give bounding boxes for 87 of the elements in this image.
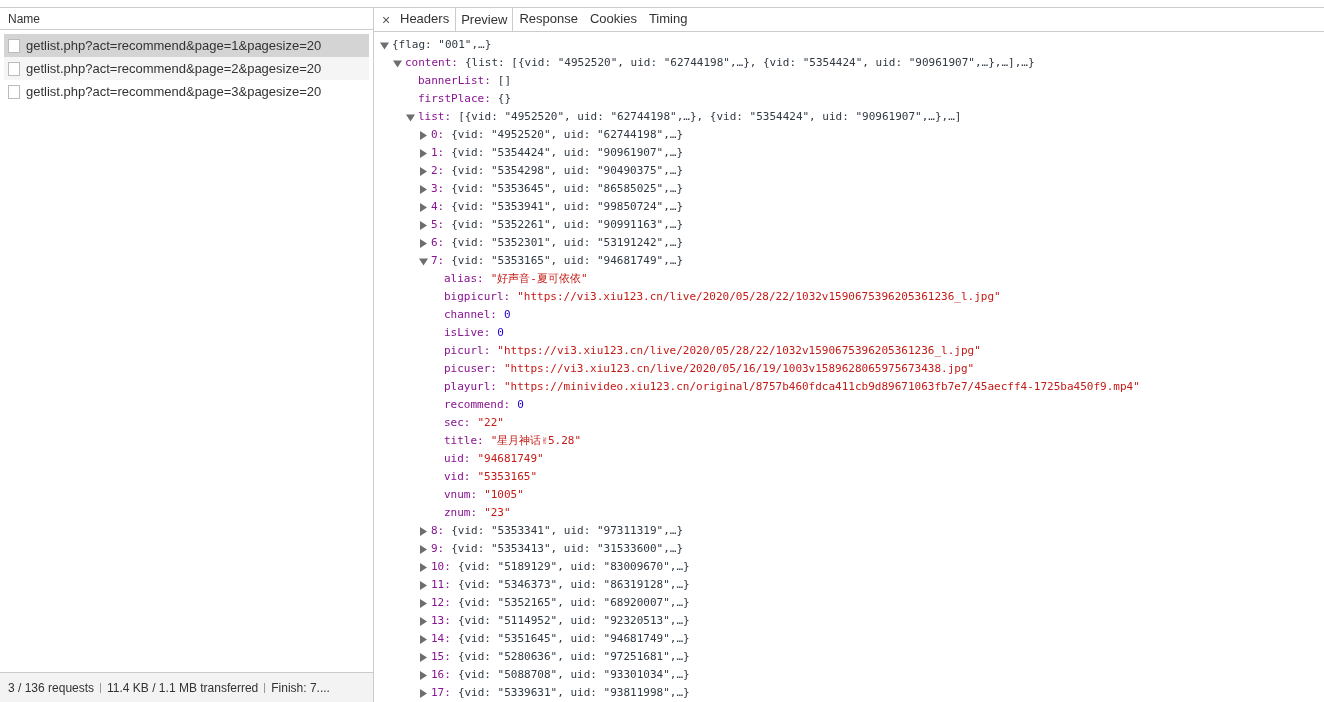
- property-key: 12:: [431, 594, 451, 612]
- property-key: isLive:: [444, 324, 491, 342]
- property-key: 6:: [431, 234, 445, 252]
- property-value: "1005": [484, 486, 524, 503]
- property-key: list:: [418, 108, 452, 126]
- property-key: 0:: [431, 126, 445, 144]
- object-summary: {vid: "5353165", uid: "94681749",…}: [451, 252, 684, 269]
- tab[interactable]: Response: [513, 7, 584, 31]
- property-key: 5:: [431, 216, 445, 234]
- request-row[interactable]: getlist.php?act=recommend&page=2&pagesize=20: [4, 57, 369, 80]
- property-value: "https://vi3.xiu123.cn/live/2020/05/28/22/1032v1590675396205361236_l.jpg": [517, 288, 1001, 305]
- property-key: 4:: [431, 198, 445, 216]
- property-key: 1:: [431, 144, 445, 162]
- property-key: bigpicurl:: [444, 288, 511, 306]
- property-key: playurl:: [444, 378, 497, 396]
- property-key: 8:: [431, 522, 445, 540]
- property-key: content:: [405, 54, 458, 72]
- status-text: 11.4 KB / 1.1 MB transferred: [107, 679, 259, 697]
- property-key: 13:: [431, 612, 451, 630]
- property-key: bannerList:: [418, 72, 491, 90]
- property-key: recommend:: [444, 396, 511, 414]
- object-summary: {list: [{vid: "4952520", uid: "62744198",…}, {vid: "5354424", uid: "90961907",…},…],…}: [465, 54, 1035, 71]
- object-summary: {vid: "5352301", uid: "53191242",…}: [451, 234, 684, 251]
- property-key: 2:: [431, 162, 445, 180]
- object-summary: {vid: "5352165", uid: "68920007",…}: [457, 594, 690, 611]
- tab[interactable]: Cookies: [583, 7, 643, 31]
- status-text: 3 / 136 requests: [8, 679, 95, 697]
- property-value: "好声音-夏可依依": [490, 270, 588, 287]
- property-key: znum:: [444, 504, 478, 522]
- status-text: Finish: 7....: [271, 679, 330, 697]
- property-key: firstPlace:: [418, 90, 491, 108]
- property-key: channel:: [444, 306, 497, 324]
- property-value: "5353165": [477, 468, 538, 485]
- document-icon: [8, 61, 20, 76]
- property-key: 3:: [431, 180, 445, 198]
- property-value: 0: [517, 396, 524, 413]
- property-value: "94681749": [477, 450, 544, 467]
- tab[interactable]: Preview: [455, 7, 514, 31]
- object-summary: [{vid: "4952520", uid: "62744198",…}, {vid: "5354424", uid: "90961907",…},…]: [458, 108, 962, 125]
- property-value: "星月神话✌5.28": [490, 432, 582, 449]
- request-row[interactable]: getlist.php?act=recommend&page=1&pagesize=20: [4, 34, 369, 57]
- property-key: 9:: [431, 540, 445, 558]
- object-summary: {vid: "5346373", uid: "86319128",…}: [457, 576, 690, 593]
- property-key: title:: [444, 432, 484, 450]
- object-summary: {vid: "5189129", uid: "83009670",…}: [457, 558, 690, 575]
- property-key: sec:: [444, 414, 471, 432]
- property-key: vid:: [444, 468, 471, 486]
- document-icon: [8, 84, 20, 99]
- object-summary: {vid: "4952520", uid: "62744198",…}: [451, 126, 684, 143]
- document-icon: [8, 38, 20, 53]
- property-value: "23": [484, 504, 511, 521]
- property-value: "https://minivideo.xiu123.cn/original/8757b460fdca411cb9d89671063fb7e7/45aecff4-1725ba450f9.mp4": [504, 378, 1140, 395]
- object-summary: {vid: "5114952", uid: "92320513",…}: [457, 612, 690, 629]
- property-value: 0: [497, 324, 504, 341]
- object-summary: {flag: "001",…}: [392, 36, 492, 53]
- object-summary: {vid: "5088708", uid: "93301034",…}: [457, 666, 690, 683]
- property-key: 17:: [431, 684, 451, 702]
- property-key: 10:: [431, 558, 451, 576]
- object-summary: {vid: "5339631", uid: "93811998",…}: [457, 684, 690, 701]
- object-summary: {vid: "5353941", uid: "99850724",…}: [451, 198, 684, 215]
- property-key: picurl:: [444, 342, 491, 360]
- property-key: 7:: [431, 252, 445, 270]
- property-key: vnum:: [444, 486, 478, 504]
- property-value: "https://vi3.xiu123.cn/live/2020/05/28/22/1032v1590675396205361236_l.jpg": [497, 342, 981, 359]
- object-summary: {vid: "5354298", uid: "90490375",…}: [451, 162, 684, 179]
- property-key: picuser:: [444, 360, 497, 378]
- object-summary: {vid: "5280636", uid: "97251681",…}: [457, 648, 690, 665]
- object-summary: {vid: "5353413", uid: "31533600",…}: [451, 540, 684, 557]
- property-value: []: [497, 72, 512, 89]
- property-value: 0: [504, 306, 511, 323]
- property-value: "22": [477, 414, 504, 431]
- object-summary: {vid: "5353341", uid: "97311319",…}: [451, 522, 684, 539]
- object-summary: {vid: "5351645", uid: "94681749",…}: [457, 630, 690, 647]
- property-value: {}: [497, 90, 512, 107]
- property-key: 16:: [431, 666, 451, 684]
- tab[interactable]: Headers: [394, 7, 456, 31]
- close-button[interactable]: ×: [378, 9, 394, 31]
- tab[interactable]: Timing: [642, 7, 694, 31]
- property-value: "https://vi3.xiu123.cn/live/2020/05/16/19/1003v1589628065975673438.jpg": [504, 360, 975, 377]
- object-summary: {vid: "5353645", uid: "86585025",…}: [451, 180, 684, 197]
- property-key: 11:: [431, 576, 451, 594]
- object-summary: {vid: "5352261", uid: "90991163",…}: [451, 216, 684, 233]
- object-summary: {vid: "5354424", uid: "90961907",…}: [451, 144, 684, 161]
- property-key: 14:: [431, 630, 451, 648]
- property-key: 15:: [431, 648, 451, 666]
- property-key: alias:: [444, 270, 484, 288]
- property-key: uid:: [444, 450, 471, 468]
